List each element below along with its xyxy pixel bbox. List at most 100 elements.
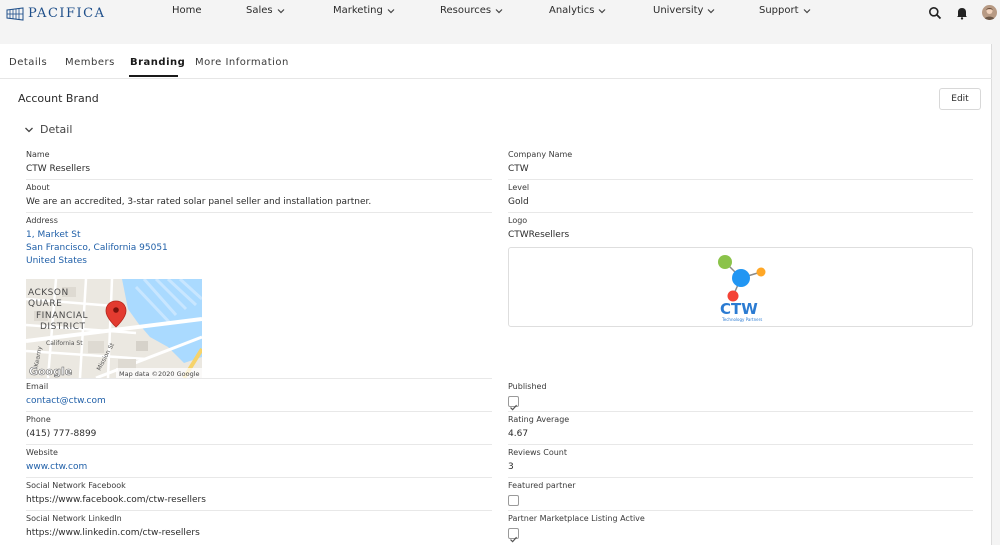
nav-marketing[interactable]: Marketing [333,5,396,16]
nav-home[interactable]: Home [172,5,202,16]
nav-resources-label: Resources [440,5,492,16]
svg-text:Technology Partners: Technology Partners [721,317,762,322]
svg-text:California St: California St [46,340,83,347]
field-name: Name CTW Resellers [26,150,492,180]
field-email: Email contact@ctw.com [26,382,492,412]
chevron-down-icon [25,127,33,132]
field-label: Website [26,448,58,457]
nav-analytics-label: Analytics [549,5,595,16]
field-level: Level Gold [508,183,973,213]
field-value: Gold [508,197,529,207]
user-avatar[interactable] [982,5,997,20]
brand-logo[interactable]: PACIFICA [6,6,106,21]
detail-section-label: Detail [40,123,73,136]
chevron-down-icon [598,8,606,13]
field-value: We are an accredited, 3-star rated solar… [26,197,372,207]
published-checkbox [508,396,519,411]
pacifica-logo-icon [6,6,24,21]
field-label: Logo [508,216,528,225]
svg-text:ACKSON: ACKSON [28,288,69,298]
field-about: About We are an accredited, 3-star rated… [26,183,492,213]
address-map[interactable]: ACKSON QUARE FINANCIAL DISTRICT Californ… [26,279,202,378]
section-title: Account Brand [18,92,99,105]
field-value: 4.67 [508,429,529,439]
edit-button[interactable]: Edit [939,88,981,110]
field-label: Phone [26,415,51,424]
nav-university-label: University [653,5,704,16]
field-label: Social Network Facebook [26,481,126,490]
nav-home-label: Home [172,5,202,16]
field-value: CTWResellers [508,230,570,240]
field-value: CTW [508,164,529,174]
search-icon[interactable] [928,6,942,20]
field-value: https://www.facebook.com/ctw-resellers [26,495,206,505]
field-value: (415) 777-8899 [26,429,97,439]
active-tab-indicator [129,75,178,77]
nav-resources[interactable]: Resources [440,5,504,16]
brand-name: PACIFICA [28,6,106,21]
field-label: Social Network LinkedIn [26,514,122,523]
nav-marketing-label: Marketing [333,5,383,16]
address-line-1[interactable]: 1, Market St [26,230,81,240]
field-label: Company Name [508,150,573,159]
field-label: Level [508,183,530,192]
address-line-2[interactable]: San Francisco, California 95051 [26,243,168,253]
tab-more-information[interactable]: More Information [195,57,289,68]
record-tabs: Details Members Branding More Informatio… [0,44,992,79]
checkmark-icon [510,536,518,543]
chevron-down-icon [708,8,715,13]
tab-members[interactable]: Members [65,57,115,68]
nav-support[interactable]: Support [759,5,812,16]
notification-bell-icon[interactable] [955,6,969,20]
avatar-image [982,5,997,20]
chevron-down-icon [387,8,395,13]
detail-section-toggle[interactable]: Detail [24,123,72,136]
nav-analytics[interactable]: Analytics [549,5,607,16]
tab-branding[interactable]: Branding [130,57,185,68]
field-value: CTW Resellers [26,164,91,174]
svg-text:CTW: CTW [720,300,758,318]
nav-sales[interactable]: Sales [246,5,286,16]
field-label: Published [508,382,547,391]
field-featured-partner: Featured partner [508,481,973,511]
field-rating-average: Rating Average 4.67 [508,415,973,445]
global-header: PACIFICA Home Sales Marketing Resources … [0,0,1000,44]
email-link[interactable]: contact@ctw.com [26,396,106,406]
nav-support-label: Support [759,5,799,16]
field-label: Partner Marketplace Listing Active [508,514,645,523]
field-label: Reviews Count [508,448,568,457]
chevron-down-icon [495,8,503,13]
field-facebook: Social Network Facebook https://www.face… [26,481,492,511]
map-attribution: Map data ©2020 Google [119,370,200,378]
field-value: https://www.linkedin.com/ctw-resellers [26,528,200,538]
field-value: 3 [508,462,514,472]
logo-image-frame: CTW Technology Partners [508,247,973,327]
marketplace-active-checkbox [508,528,519,543]
google-logo: Google [29,365,72,378]
field-label: Name [26,150,50,159]
chevron-down-icon [277,8,285,13]
svg-text:QUARE: QUARE [28,299,62,309]
field-phone: Phone (415) 777-8899 [26,415,492,445]
featured-partner-checkbox [508,495,519,506]
field-marketplace-listing-active: Partner Marketplace Listing Active [508,514,973,544]
ctw-logo-image: CTW Technology Partners [718,255,766,322]
nav-sales-label: Sales [246,5,273,16]
field-label: Address [26,216,58,225]
field-label: About [26,183,50,192]
field-linkedin: Social Network LinkedIn https://www.link… [26,514,492,544]
field-label: Email [26,382,49,391]
field-reviews-count: Reviews Count 3 [508,448,973,478]
map-image: ACKSON QUARE FINANCIAL DISTRICT Californ… [26,279,202,378]
field-label: Rating Average [508,415,570,424]
checkmark-icon [510,404,518,411]
field-company-name: Company Name CTW [508,150,973,180]
nav-university[interactable]: University [653,5,716,16]
address-line-3[interactable]: United States [26,256,87,266]
tab-details[interactable]: Details [9,57,47,68]
svg-text:FINANCIAL: FINANCIAL [36,311,88,321]
field-published: Published [508,382,973,412]
field-label: Featured partner [508,481,576,490]
chevron-down-icon [803,8,810,13]
website-link[interactable]: www.ctw.com [26,462,87,472]
